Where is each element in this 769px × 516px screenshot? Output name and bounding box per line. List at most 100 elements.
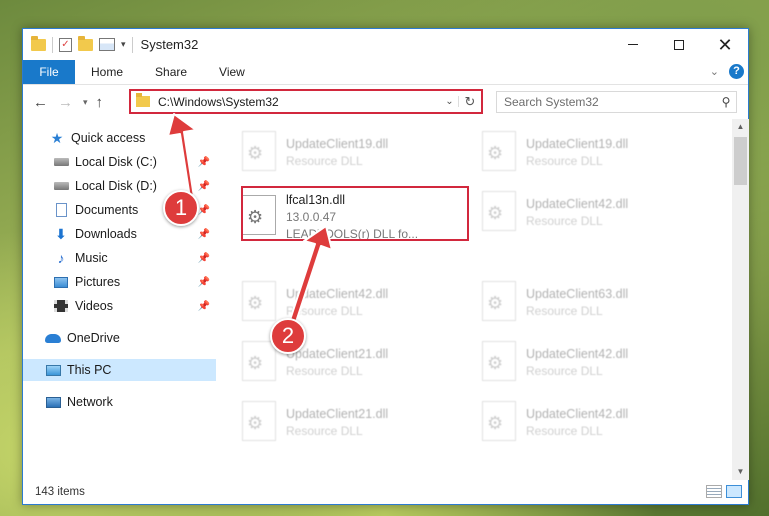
dll-file-icon: ⚙ <box>242 401 276 441</box>
forward-arrow-icon[interactable]: → <box>58 94 73 111</box>
sidebar-item-downloads[interactable]: ⬇ Downloads 📌 <box>23 223 216 245</box>
quick-access-toolbar: ✓ ▾ <box>23 35 133 53</box>
file-item[interactable]: ⚙ UpdateClient42.dll Resource DLL <box>468 337 698 387</box>
file-item[interactable]: ⚙ UpdateClient42.dll Resource DLL <box>228 277 458 327</box>
tab-file[interactable]: File <box>23 60 75 84</box>
back-arrow-icon[interactable]: ← <box>33 94 48 111</box>
documents-icon <box>53 203 69 217</box>
pin-icon[interactable]: 📌 <box>198 205 210 216</box>
maximize-icon <box>674 39 684 50</box>
file-item[interactable]: ⚙ UpdateClient21.dll Resource DLL <box>228 397 458 447</box>
address-dropdown-icon[interactable]: ⌄ <box>441 96 459 107</box>
close-icon: ✕ <box>717 34 733 55</box>
up-arrow-icon[interactable]: ↑ <box>96 94 104 111</box>
close-button[interactable]: ✕ <box>702 29 748 60</box>
file-name: UpdateClient42.dll <box>286 286 389 301</box>
dll-file-icon: ⚙ <box>482 281 516 321</box>
music-icon: ♪ <box>57 250 65 266</box>
network-icon <box>45 395 61 409</box>
folder-icon[interactable] <box>31 35 46 51</box>
sidebar-item-label: Pictures <box>75 275 121 289</box>
file-item[interactable]: ⚙ UpdateClient42.dll Resource DLL <box>468 187 698 237</box>
file-description: Resource DLL <box>526 153 603 168</box>
scroll-up-icon[interactable]: ▲ <box>732 119 749 135</box>
sidebar-item-label: Network <box>67 395 113 409</box>
scroll-thumb[interactable] <box>734 137 747 185</box>
downloads-icon: ⬇ <box>55 225 67 242</box>
file-item[interactable]: ⚙ UpdateClient42.dll Resource DLL <box>468 397 698 447</box>
sidebar-item-label: Local Disk (D:) <box>75 179 157 193</box>
sidebar-item-network[interactable]: Network <box>23 391 216 413</box>
videos-icon <box>53 299 69 313</box>
dll-file-icon: ⚙ <box>242 281 276 321</box>
sidebar-item-onedrive[interactable]: OneDrive <box>23 327 216 349</box>
dll-file-icon: ⚙ <box>242 341 276 381</box>
scroll-down-icon[interactable]: ▼ <box>732 464 749 480</box>
title-bar: ✓ ▾ System32 ✕ <box>23 29 748 60</box>
address-bar[interactable]: C:\Windows\System32 ⌄ ↻ <box>129 89 483 114</box>
item-count: 143 items <box>35 486 85 498</box>
search-box[interactable]: Search System32 ⚲ <box>496 91 737 113</box>
sidebar-item-quick-access[interactable]: ★ Quick access <box>23 127 216 149</box>
file-name: UpdateClient63.dll <box>526 286 629 301</box>
file-item[interactable]: ⚙ UpdateClient19.dll Resource DLL <box>468 127 698 177</box>
sidebar-item-label: OneDrive <box>67 331 120 345</box>
maximize-button[interactable] <box>656 29 702 60</box>
vertical-scrollbar[interactable]: ▲ ▼ <box>732 119 749 480</box>
minimize-icon <box>628 44 638 45</box>
file-name: UpdateClient42.dll <box>526 346 629 361</box>
recent-locations-icon[interactable]: ▾ <box>83 97 88 108</box>
search-input[interactable]: Search System32 <box>504 95 716 109</box>
file-description: Resource DLL <box>526 423 603 438</box>
expand-ribbon-icon[interactable]: ⌄ <box>710 65 719 78</box>
search-icon[interactable]: ⚲ <box>716 95 736 109</box>
file-description: Resource DLL <box>526 303 603 318</box>
file-description: Resource DLL <box>526 213 603 228</box>
sidebar-item-music[interactable]: ♪ Music 📌 <box>23 247 216 269</box>
pin-icon[interactable]: 📌 <box>198 229 210 240</box>
onedrive-icon <box>45 331 61 345</box>
pin-icon[interactable]: 📌 <box>198 301 210 312</box>
file-item[interactable]: ⚙ UpdateClient19.dll Resource DLL <box>228 127 458 177</box>
file-description: Resource DLL <box>526 363 603 378</box>
file-name: UpdateClient21.dll <box>286 406 389 421</box>
large-icons-view-icon[interactable] <box>726 485 742 498</box>
folder-icon <box>136 93 150 107</box>
file-item[interactable]: ⚙ UpdateClient63.dll Resource DLL <box>468 277 698 327</box>
dll-file-icon: ⚙ <box>482 341 516 381</box>
file-name: UpdateClient42.dll <box>526 196 629 211</box>
pin-icon[interactable]: 📌 <box>198 181 210 192</box>
refresh-icon[interactable]: ↻ <box>459 94 481 110</box>
file-explorer-window: ✓ ▾ System32 ✕ File Home Share View ⌄ ? … <box>22 28 749 505</box>
file-description: Resource DLL <box>286 423 363 438</box>
minimize-button[interactable] <box>610 29 656 60</box>
tab-view[interactable]: View <box>203 60 261 84</box>
tab-share[interactable]: Share <box>139 60 203 84</box>
customize-view-icon[interactable] <box>99 38 115 51</box>
properties-check-icon[interactable]: ✓ <box>59 37 72 52</box>
details-view-icon[interactable] <box>706 485 722 498</box>
file-item[interactable]: ⚙ UpdateClient21.dll Resource DLL <box>228 337 458 387</box>
pin-icon[interactable]: 📌 <box>198 253 210 264</box>
tab-home[interactable]: Home <box>75 60 139 84</box>
address-path[interactable]: C:\Windows\System32 <box>158 95 441 109</box>
sidebar-item-local-disk-c[interactable]: Local Disk (C:) 📌 <box>23 151 216 173</box>
sidebar-item-videos[interactable]: Videos 📌 <box>23 295 216 317</box>
selected-file-highlight <box>241 186 469 241</box>
sidebar-item-pictures[interactable]: Pictures 📌 <box>23 271 216 293</box>
status-bar: 143 items <box>23 480 748 504</box>
dll-file-icon: ⚙ <box>482 131 516 171</box>
file-name: UpdateClient42.dll <box>526 406 629 421</box>
customize-dropdown-icon[interactable]: ▾ <box>121 39 126 50</box>
pin-icon[interactable]: 📌 <box>198 157 210 168</box>
toolbar-divider <box>131 36 133 53</box>
sidebar-item-label: Quick access <box>71 131 146 145</box>
new-folder-icon[interactable] <box>78 35 93 51</box>
help-icon[interactable]: ? <box>729 64 744 79</box>
dll-file-icon: ⚙ <box>482 191 516 231</box>
sidebar-item-this-pc[interactable]: This PC <box>23 359 216 381</box>
toolbar-divider <box>52 36 53 53</box>
step-2-badge: 2 <box>270 318 306 354</box>
pin-icon[interactable]: 📌 <box>198 277 210 288</box>
file-name: UpdateClient21.dll <box>286 346 389 361</box>
